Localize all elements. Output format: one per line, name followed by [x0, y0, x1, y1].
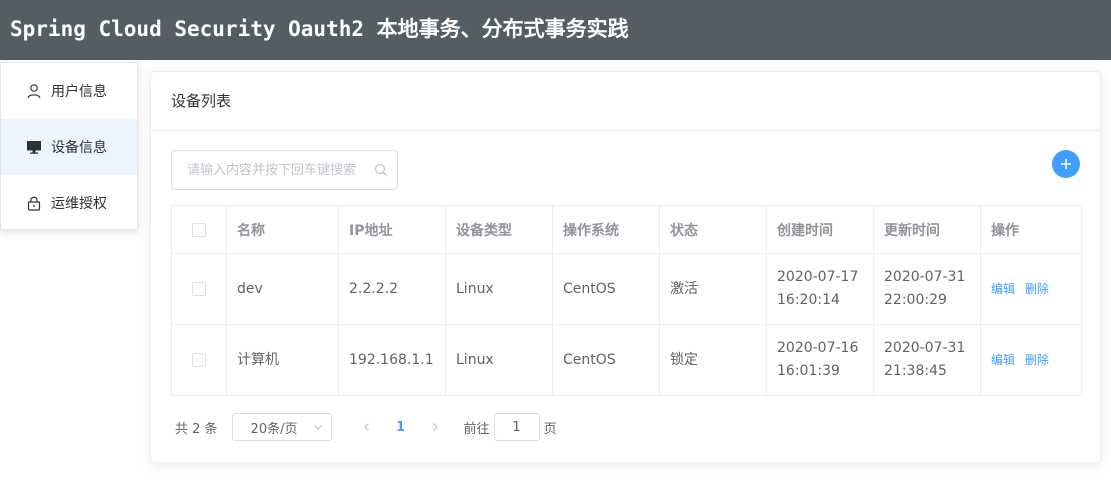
cell-name: 计算机	[226, 324, 339, 396]
card-title: 设备列表	[151, 72, 1100, 131]
cell-status: 锁定	[659, 324, 767, 396]
updated-time: 21:38:45	[884, 363, 947, 379]
pagination: 共 2 条 20条/页 1 前往 页	[175, 413, 557, 441]
device-table: 名称 IP地址 设备类型 操作系统 状态 创建时间 更新时间 操作 dev 2.…	[171, 205, 1082, 396]
column-header-os[interactable]: 操作系统	[552, 205, 660, 254]
created-date: 2020-07-17	[777, 269, 859, 285]
cell-ip: 192.168.1.1	[338, 324, 446, 396]
jump-suffix: 页	[543, 421, 557, 437]
jump-prefix: 前往	[463, 421, 490, 437]
sidebar-item-device-info[interactable]: 设备信息	[1, 119, 137, 175]
page-number-current[interactable]: 1	[386, 413, 416, 441]
sidebar-item-label: 运维授权	[51, 196, 107, 212]
cell-created: 2020-07-17 16:20:14	[766, 253, 874, 325]
app-title: Spring Cloud Security Oauth2 本地事务、分布式事务实…	[10, 17, 629, 41]
row-select-cell	[171, 324, 227, 396]
created-time: 16:20:14	[777, 292, 840, 308]
edit-link[interactable]: 编辑	[991, 282, 1015, 296]
chevron-left-icon	[363, 423, 369, 431]
cell-status: 激活	[659, 253, 767, 325]
table-header-row: 名称 IP地址 设备类型 操作系统 状态 创建时间 更新时间 操作	[171, 205, 1082, 254]
cell-actions: 编辑 删除	[980, 253, 1082, 325]
jump-page-input[interactable]	[493, 413, 540, 441]
prev-page-button[interactable]	[352, 413, 382, 441]
cell-updated: 2020-07-31 21:38:45	[873, 324, 981, 396]
page-size-select[interactable]: 20条/页	[231, 413, 332, 441]
delete-link[interactable]: 删除	[1025, 353, 1049, 367]
column-header-name[interactable]: 名称	[226, 205, 339, 254]
device-list-card: 设备列表 名称 IP地址 设备类型 操作系统 状态 创建时间 更新时间 操作	[150, 71, 1101, 463]
updated-date: 2020-07-31	[884, 269, 966, 285]
cell-name: dev	[226, 253, 339, 325]
cell-actions: 编辑 删除	[980, 324, 1082, 396]
chevron-down-icon	[313, 425, 322, 430]
row-checkbox[interactable]	[192, 352, 206, 367]
plus-icon	[1061, 159, 1071, 169]
cell-updated: 2020-07-31 22:00:29	[873, 253, 981, 325]
sidebar-menu: 用户信息 设备信息 运维授权	[0, 62, 138, 230]
app-header: Spring Cloud Security Oauth2 本地事务、分布式事务实…	[0, 0, 1111, 60]
cell-os: CentOS	[552, 253, 660, 325]
created-time: 16:01:39	[777, 363, 840, 379]
updated-date: 2020-07-31	[884, 340, 966, 356]
cell-created: 2020-07-16 16:01:39	[766, 324, 874, 396]
cell-os: CentOS	[552, 324, 660, 396]
edit-link[interactable]: 编辑	[991, 353, 1015, 367]
cell-ip: 2.2.2.2	[338, 253, 446, 325]
created-date: 2020-07-16	[777, 340, 859, 356]
table-row: dev 2.2.2.2 Linux CentOS 激活 2020-07-17 16…	[171, 253, 1082, 325]
pagination-total: 共 2 条	[175, 421, 218, 437]
sidebar-item-label: 用户信息	[51, 84, 107, 100]
column-header-updated[interactable]: 更新时间	[873, 205, 981, 254]
page-size-value: 20条/页	[250, 421, 298, 437]
row-select-cell	[171, 253, 227, 325]
search-icon[interactable]	[374, 163, 388, 177]
cell-type: Linux	[445, 324, 553, 396]
search-box	[171, 150, 398, 190]
column-header-created[interactable]: 创建时间	[766, 205, 874, 254]
column-header-status[interactable]: 状态	[659, 205, 767, 254]
column-header-type[interactable]: 设备类型	[445, 205, 553, 254]
sidebar-item-label: 设备信息	[51, 140, 107, 156]
search-input[interactable]	[172, 151, 372, 189]
column-header-ip[interactable]: IP地址	[338, 205, 446, 254]
monitor-icon	[25, 138, 43, 156]
delete-link[interactable]: 删除	[1025, 282, 1049, 296]
select-all-cell	[171, 205, 227, 254]
sidebar-item-ops-auth[interactable]: 运维授权	[1, 175, 137, 231]
table-row: 计算机 192.168.1.1 Linux CentOS 锁定 2020-07-…	[171, 324, 1082, 396]
row-checkbox[interactable]	[192, 281, 206, 296]
updated-time: 22:00:29	[884, 292, 947, 308]
lock-icon	[25, 194, 43, 212]
user-icon	[25, 82, 43, 100]
select-all-checkbox[interactable]	[192, 222, 206, 237]
next-page-button[interactable]	[420, 413, 450, 441]
column-header-actions: 操作	[980, 205, 1082, 254]
sidebar-item-user-info[interactable]: 用户信息	[1, 63, 137, 119]
add-device-button[interactable]	[1052, 150, 1080, 178]
chevron-right-icon	[432, 423, 438, 431]
cell-type: Linux	[445, 253, 553, 325]
